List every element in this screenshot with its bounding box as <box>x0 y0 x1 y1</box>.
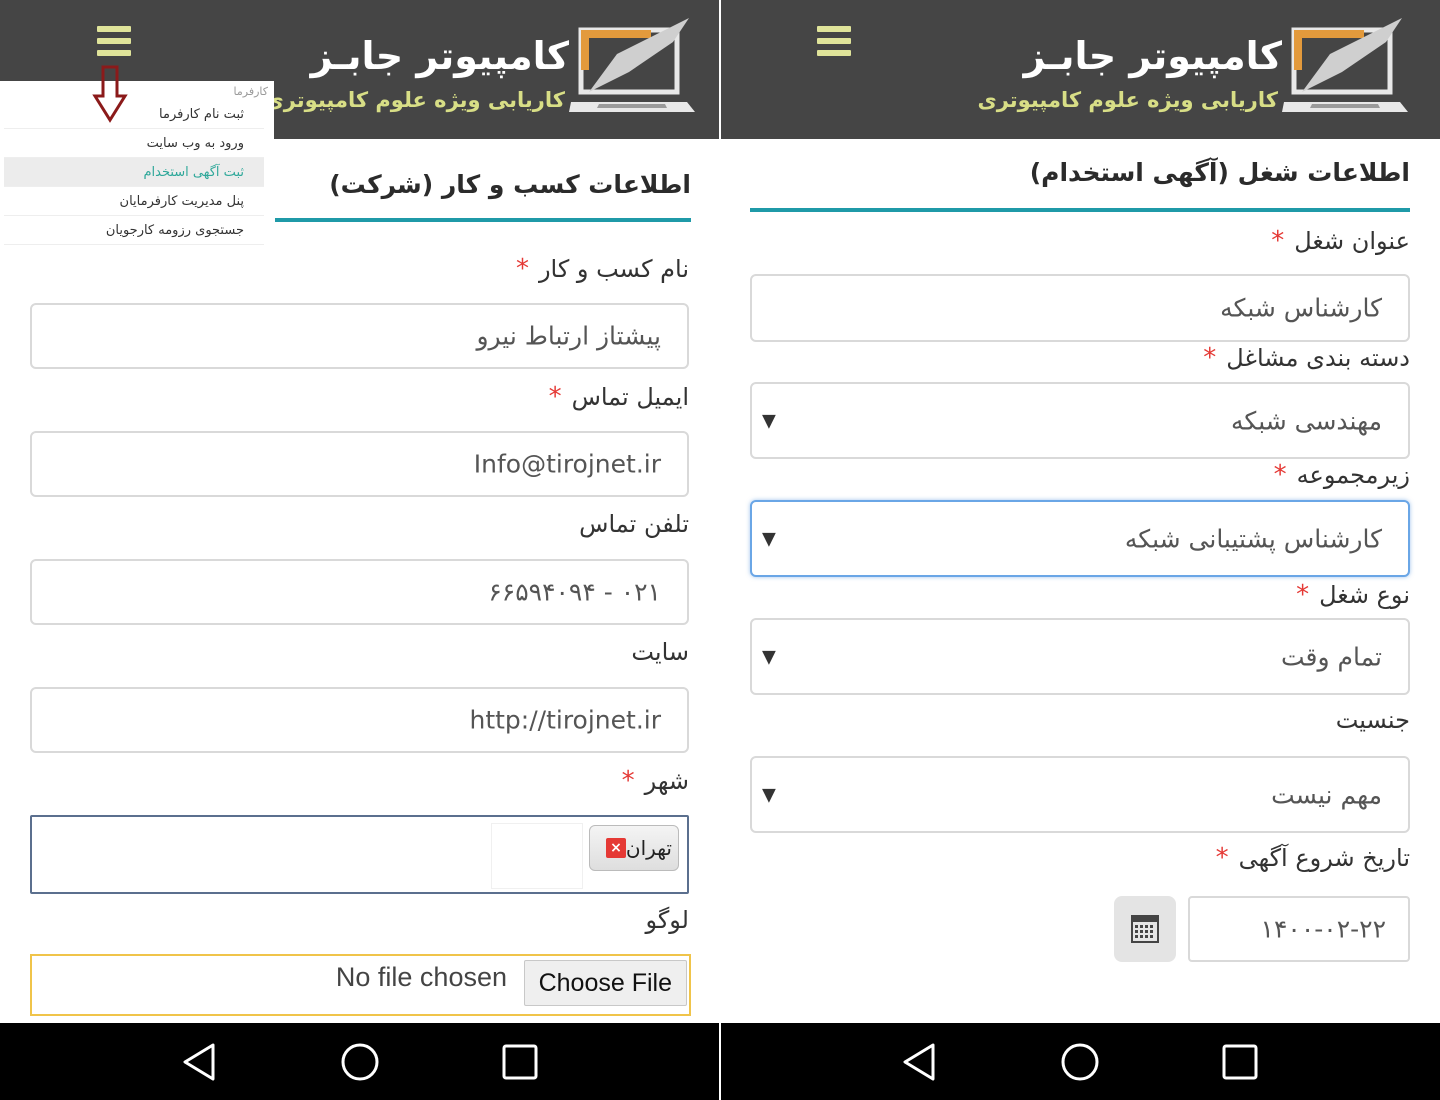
chevron-down-icon: ▼ <box>762 528 776 549</box>
label-job-type: نوع شغل* <box>1296 580 1410 610</box>
email-input[interactable]: Info@tirojnet.ir <box>30 431 689 497</box>
job-type-select[interactable]: تمام وقت ▼ <box>750 618 1410 695</box>
calendar-icon <box>1131 915 1159 943</box>
business-name-input[interactable]: پیشتاز ارتباط نیرو <box>30 303 689 369</box>
file-status: No file chosen <box>335 962 507 992</box>
phone-value: ۰۲۱ - ۶۶۵۹۴۰۹۴ <box>488 577 661 607</box>
left-screen: کامپیوتر جابـز کاریابی ویژه علوم کامپیوت… <box>0 0 719 1100</box>
job-category-value: مهندسی شبکه <box>1230 406 1382 435</box>
label-logo: لوگو <box>645 906 689 934</box>
down-arrow-icon <box>92 65 128 123</box>
right-screen: کامپیوتر جابـز کاریابی ویژه علوم کامپیوت… <box>721 0 1440 1100</box>
menu-item-login[interactable]: ورود به وب سایت <box>4 129 264 158</box>
gender-value: مهم نیست <box>1271 780 1382 809</box>
menu-item-employer-panel[interactable]: پنل مدیریت کارفرمایان <box>4 187 264 216</box>
label-subcategory: زیرمجموعه* <box>1273 460 1410 490</box>
city-tag: تهران × <box>589 825 679 871</box>
phone-input[interactable]: ۰۲۱ - ۶۶۵۹۴۰۹۴ <box>30 559 689 625</box>
website-value: http://tirojnet.ir <box>469 705 661 735</box>
home-circle-icon[interactable] <box>335 1037 385 1087</box>
required-mark: * <box>515 254 529 284</box>
recent-square-icon[interactable] <box>1215 1037 1265 1087</box>
subcategory-value: کارشناس پشتیبانی شبکه <box>1124 524 1382 553</box>
job-title-input[interactable]: کارشناس شبکه <box>750 274 1410 342</box>
label-start-date: تاریخ شروع آگهی* <box>1215 843 1410 873</box>
remove-tag-icon[interactable]: × <box>606 838 626 858</box>
brand-subtitle: کاریابی ویژه علوم کامپیوتری <box>977 88 1278 112</box>
back-triangle-icon[interactable] <box>895 1037 945 1087</box>
job-category-select[interactable]: مهندسی شبکه ▼ <box>750 382 1410 459</box>
site-header: کامپیوتر جابـز کاریابی ویژه علوم کامپیوت… <box>721 0 1440 139</box>
recent-square-icon[interactable] <box>495 1037 545 1087</box>
section-divider <box>275 218 691 222</box>
chevron-down-icon: ▼ <box>762 784 776 805</box>
start-date-input[interactable]: ۱۴۰۰-۰۲-۲۲ <box>1188 896 1410 962</box>
calendar-button[interactable] <box>1114 896 1176 962</box>
job-title-value: کارشناس شبکه <box>1220 293 1382 323</box>
required-mark: * <box>548 382 562 412</box>
android-nav-bar <box>0 1023 719 1100</box>
menu-item-post-job[interactable]: ثبت آگهی استخدام <box>4 158 264 187</box>
business-name-value: پیشتاز ارتباط نیرو <box>476 321 661 351</box>
brand-subtitle: کاریابی ویژه علوم کامپیوتری <box>264 88 565 112</box>
label-business-name: نام کسب و کار* <box>515 254 689 284</box>
email-value: Info@tirojnet.ir <box>473 449 661 479</box>
required-mark: * <box>1271 226 1285 256</box>
website-input[interactable]: http://tirojnet.ir <box>30 687 689 753</box>
job-type-value: تمام وقت <box>1280 642 1382 671</box>
logo-file-input[interactable]: Choose File No file chosen <box>30 954 691 1016</box>
start-date-value: ۱۴۰۰-۰۲-۲۲ <box>1260 914 1386 944</box>
hamburger-icon[interactable] <box>97 26 131 56</box>
chevron-down-icon: ▼ <box>762 410 776 431</box>
chevron-down-icon: ▼ <box>762 646 776 667</box>
brand-title: کامپیوتر جابـز <box>310 34 570 78</box>
brand-title: کامپیوتر جابـز <box>1023 34 1283 78</box>
label-gender: جنسیت <box>1335 706 1410 734</box>
choose-file-button[interactable]: Choose File <box>523 960 687 1006</box>
gender-select[interactable]: مهم نیست ▼ <box>750 756 1410 833</box>
employer-dropdown-menu: کارفرما ثبت نام کارفرما ورود به وب سایت … <box>0 81 274 247</box>
city-tag-label: تهران <box>625 836 672 860</box>
city-search-input[interactable] <box>491 823 583 889</box>
required-mark: * <box>621 766 635 796</box>
label-job-title: عنوان شغل* <box>1271 226 1410 256</box>
android-nav-bar <box>721 1023 1440 1100</box>
menu-item-employer-signup[interactable]: ثبت نام کارفرما <box>4 100 264 129</box>
brand-logo[interactable]: کامپیوتر جابـز کاریابی ویژه علوم کامپیوت… <box>977 12 1412 122</box>
laptop-logo-icon <box>1282 18 1408 112</box>
label-website: سایت <box>631 638 689 666</box>
label-city: شهر* <box>621 766 689 796</box>
city-multiselect[interactable]: تهران × <box>30 815 689 894</box>
section-title-job: اطلاعات شغل (آگهی استخدام) <box>1029 158 1410 187</box>
required-mark: * <box>1215 843 1229 873</box>
hamburger-icon[interactable] <box>817 26 851 56</box>
required-mark: * <box>1296 580 1310 610</box>
back-triangle-icon[interactable] <box>175 1037 225 1087</box>
menu-category: کارفرما <box>233 85 268 98</box>
subcategory-select[interactable]: کارشناس پشتیبانی شبکه ▼ <box>750 500 1410 577</box>
label-phone: تلفن تماس <box>579 510 689 538</box>
label-email: ایمیل تماس* <box>548 382 689 412</box>
laptop-logo-icon <box>569 18 695 112</box>
menu-item-search-resumes[interactable]: جستجوی رزومه کارجویان <box>4 216 264 245</box>
required-mark: * <box>1273 460 1287 490</box>
label-job-category: دسته بندی مشاغل* <box>1203 343 1410 373</box>
brand-logo[interactable]: کامپیوتر جابـز کاریابی ویژه علوم کامپیوت… <box>264 12 699 122</box>
section-title-business: اطلاعات کسب و کار (شرکت) <box>329 170 691 199</box>
home-circle-icon[interactable] <box>1055 1037 1105 1087</box>
required-mark: * <box>1203 343 1217 373</box>
section-divider <box>750 208 1410 212</box>
